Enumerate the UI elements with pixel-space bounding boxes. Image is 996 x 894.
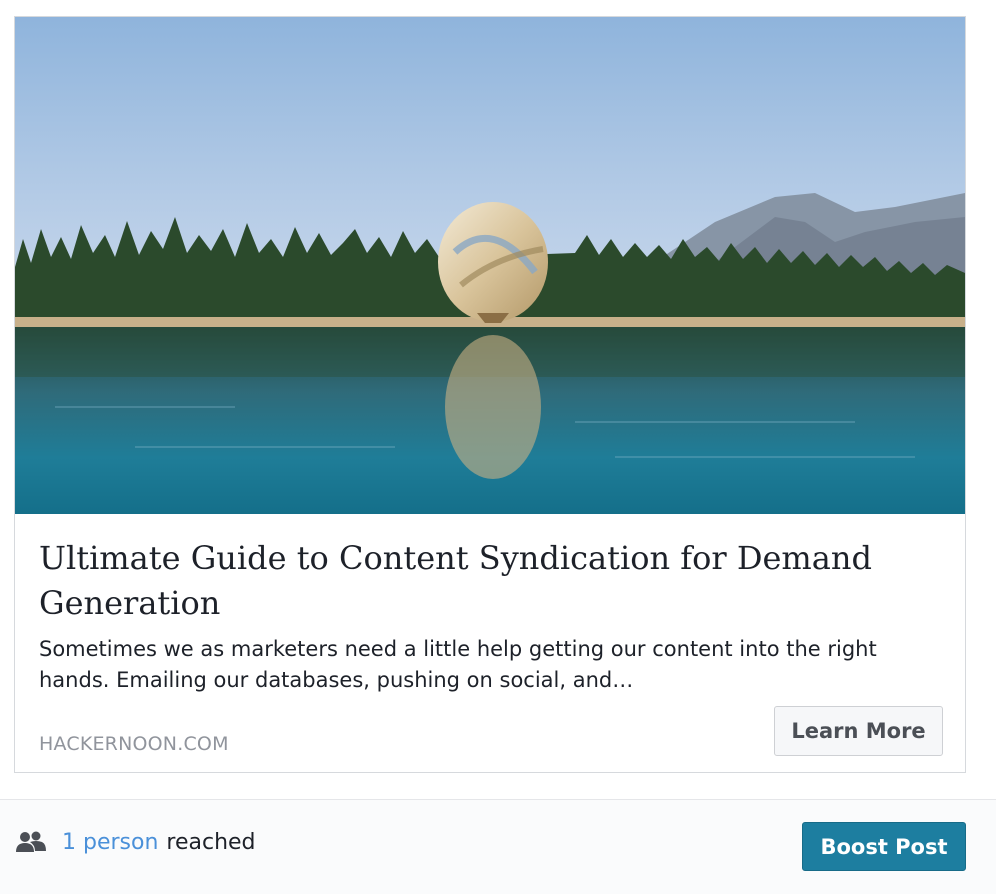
- link-title[interactable]: Ultimate Guide to Content Syndication fo…: [39, 536, 919, 626]
- learn-more-button[interactable]: Learn More: [774, 706, 943, 756]
- link-preview-image[interactable]: [15, 17, 965, 514]
- reach-label: reached: [166, 829, 256, 855]
- reach-summary: 1 person reached: [16, 826, 256, 858]
- boost-post-button[interactable]: Boost Post: [802, 822, 966, 871]
- people-icon: [16, 831, 46, 853]
- link-domain: HACKERNOON.COM: [39, 733, 229, 755]
- link-description: Sometimes we as marketers need a little …: [39, 637, 877, 692]
- reach-count-link[interactable]: 1 person: [62, 830, 158, 855]
- link-preview-card[interactable]: Ultimate Guide to Content Syndication fo…: [14, 16, 966, 773]
